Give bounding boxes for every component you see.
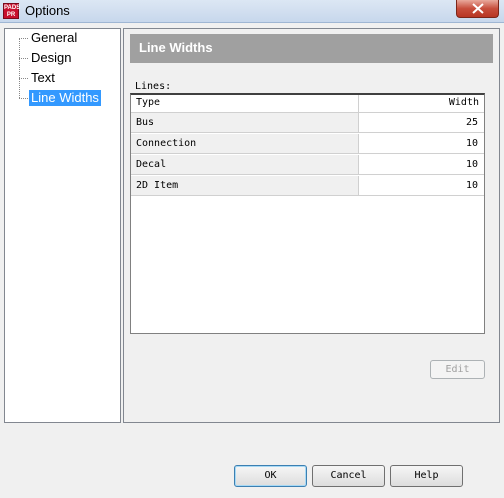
ok-button[interactable]: OK xyxy=(234,465,307,487)
type-cell: 2D Item xyxy=(131,176,359,196)
close-icon xyxy=(472,3,484,14)
width-cell[interactable]: 25 xyxy=(359,113,484,133)
width-cell[interactable]: 10 xyxy=(359,134,484,154)
pads-app-icon: PADS PR xyxy=(3,3,21,19)
grid-header: Type Width xyxy=(131,95,484,113)
panel-header: Line Widths xyxy=(130,34,493,63)
tree-item-label: Design xyxy=(31,50,72,65)
options-tree: General Design Text Line Widths xyxy=(4,28,121,423)
column-header-type[interactable]: Type xyxy=(131,95,359,112)
table-row[interactable]: Connection 10 xyxy=(131,134,484,154)
line-widths-panel: Line Widths Lines: Type Width Bus 25 Con… xyxy=(123,28,500,423)
close-button[interactable] xyxy=(456,0,499,18)
width-cell[interactable]: 10 xyxy=(359,176,484,196)
width-cell[interactable]: 10 xyxy=(359,155,484,175)
edit-button[interactable]: Edit xyxy=(430,360,485,379)
type-cell: Bus xyxy=(131,113,359,133)
tree-item-label: General xyxy=(31,30,78,45)
table-row[interactable]: 2D Item 10 xyxy=(131,176,484,196)
tree-connector-line xyxy=(19,38,20,98)
type-cell: Connection xyxy=(131,134,359,154)
type-cell: Decal xyxy=(131,155,359,175)
lines-label: Lines: xyxy=(135,81,172,92)
help-button[interactable]: Help xyxy=(390,465,463,487)
window-title: Options xyxy=(25,3,70,18)
table-row[interactable]: Bus 25 xyxy=(131,113,484,133)
title-bar: PADS PR Options xyxy=(0,0,504,23)
line-widths-grid: Type Width Bus 25 Connection 10 Decal 10… xyxy=(130,93,485,334)
column-header-width[interactable]: Width xyxy=(359,95,484,112)
tree-item-label: Line Widths xyxy=(29,90,101,106)
tree-item-label: Text xyxy=(31,70,55,85)
cancel-button[interactable]: Cancel xyxy=(312,465,385,487)
panel-title: Line Widths xyxy=(139,40,213,55)
table-row[interactable]: Decal 10 xyxy=(131,155,484,175)
